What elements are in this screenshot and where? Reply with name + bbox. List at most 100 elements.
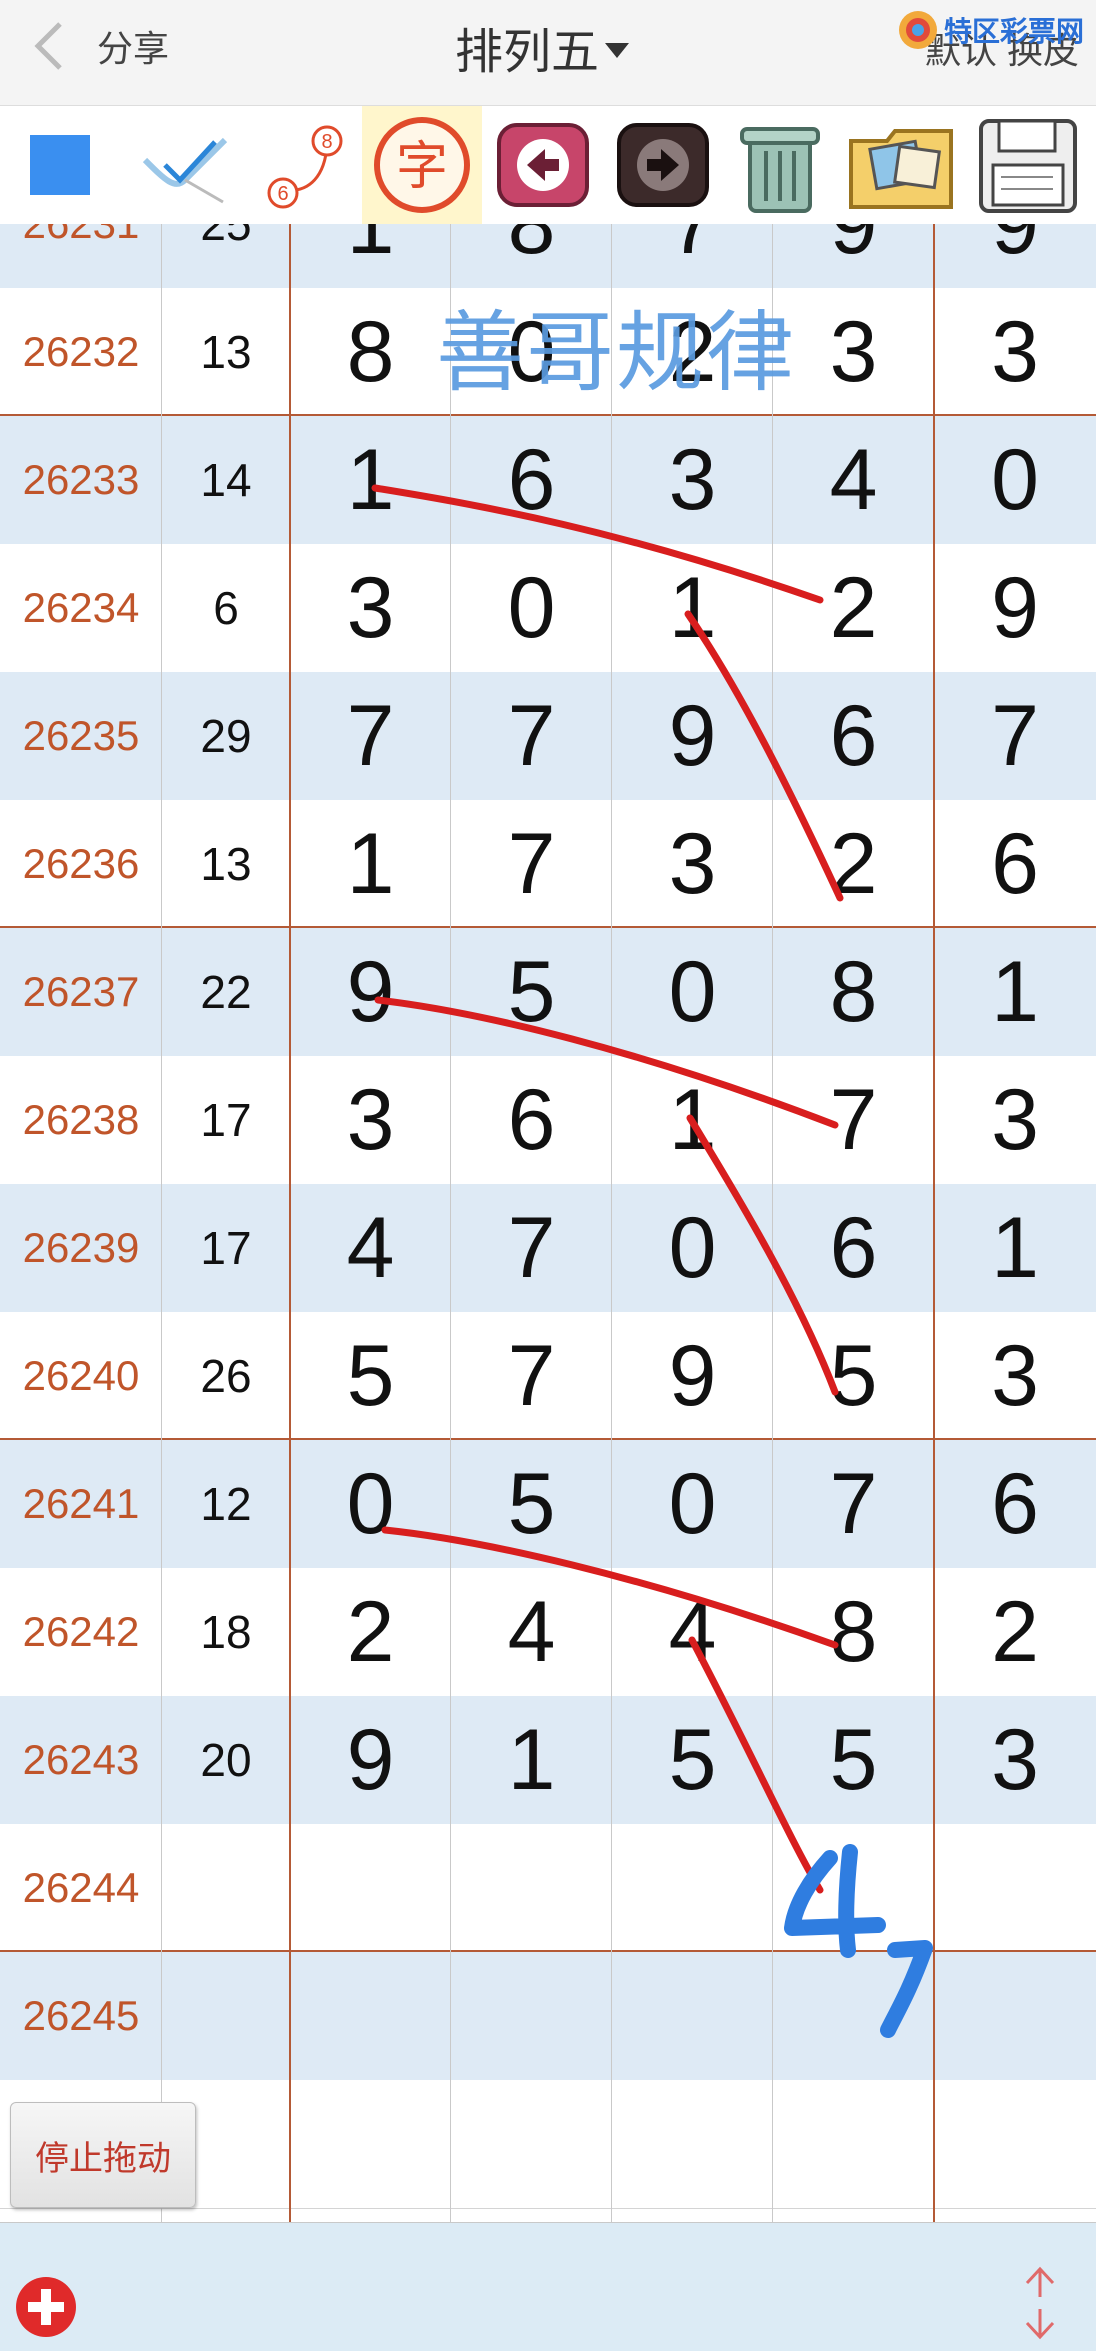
digit-cell[interactable]: 7	[451, 1312, 612, 1440]
table-row[interactable]: 26245	[0, 1952, 1096, 2080]
digit-cell[interactable]	[612, 1952, 773, 2080]
digit-cell[interactable]	[451, 2080, 612, 2208]
back-chevron-icon[interactable]	[30, 18, 70, 74]
digit-cell[interactable]: 1	[934, 1184, 1096, 1312]
digit-cell[interactable]: 3	[934, 1696, 1096, 1824]
digit-cell[interactable]: 3	[290, 544, 451, 672]
digit-cell[interactable]: 0	[612, 1440, 773, 1568]
digit-cell[interactable]: 9	[290, 1696, 451, 1824]
digit-cell[interactable]: 3	[773, 288, 934, 416]
table-row[interactable]: 26244	[0, 1824, 1096, 1952]
digit-cell[interactable]: 4	[612, 1568, 773, 1696]
table-row[interactable]: 26237 22 9 5 0 8 1	[0, 928, 1096, 1056]
table-row[interactable]: 26241 12 0 5 0 7 6	[0, 1440, 1096, 1568]
digit-cell[interactable]: 9	[773, 224, 934, 288]
digit-cell[interactable]: 4	[773, 416, 934, 544]
clear-trash-button[interactable]	[725, 106, 835, 224]
digit-cell[interactable]: 8	[773, 1568, 934, 1696]
digit-cell[interactable]	[290, 2080, 451, 2208]
digit-cell[interactable]: 8	[290, 288, 451, 416]
digit-cell[interactable]: 1	[290, 800, 451, 928]
digit-cell[interactable]: 7	[934, 672, 1096, 800]
table-row[interactable]: 26243 20 9 1 5 5 3	[0, 1696, 1096, 1824]
digit-cell[interactable]: 6	[934, 1440, 1096, 1568]
digit-cell[interactable]	[290, 1952, 451, 2080]
digit-cell[interactable]: 0	[451, 544, 612, 672]
digit-cell[interactable]: 9	[934, 544, 1096, 672]
table-row[interactable]: 26239 17 4 7 0 6 1	[0, 1184, 1096, 1312]
table-row[interactable]: 26235 29 7 7 9 6 7	[0, 672, 1096, 800]
table-row[interactable]: 26238 17 3 6 1 7 3	[0, 1056, 1096, 1184]
digit-cell[interactable]: 5	[451, 928, 612, 1056]
digit-cell[interactable]: 1	[451, 1696, 612, 1824]
share-button[interactable]: 分享	[97, 20, 169, 72]
digit-cell[interactable]	[934, 1824, 1096, 1952]
digit-cell[interactable]: 1	[290, 224, 451, 288]
digit-cell[interactable]: 2	[934, 1568, 1096, 1696]
digit-cell[interactable]: 9	[612, 1312, 773, 1440]
open-images-button[interactable]	[840, 106, 962, 224]
sort-arrows-icon[interactable]	[1015, 2263, 1065, 2343]
digit-cell[interactable]: 8	[773, 928, 934, 1056]
digit-cell[interactable]: 1	[612, 1056, 773, 1184]
digit-cell[interactable]: 0	[290, 1440, 451, 1568]
digit-cell[interactable]	[612, 2080, 773, 2208]
digit-cell[interactable]: 3	[934, 1056, 1096, 1184]
digit-cell[interactable]: 3	[612, 416, 773, 544]
stop-dragging-button[interactable]: 停止拖动	[10, 2102, 196, 2208]
digit-cell[interactable]: 3	[290, 1056, 451, 1184]
check-pen-button[interactable]	[130, 106, 240, 224]
digit-cell[interactable]: 7	[773, 1056, 934, 1184]
digit-cell[interactable]: 9	[290, 928, 451, 1056]
digit-cell[interactable]: 5	[773, 1312, 934, 1440]
digit-cell[interactable]: 5	[612, 1696, 773, 1824]
digit-cell[interactable]	[773, 1824, 934, 1952]
number-link-button[interactable]: 8 6	[250, 106, 360, 224]
digit-cell[interactable]: 9	[934, 224, 1096, 288]
table-row[interactable]: 262312518799	[0, 224, 1096, 288]
digit-cell[interactable]: 7	[773, 1440, 934, 1568]
redo-button[interactable]	[610, 106, 715, 224]
digit-cell[interactable]: 0	[612, 928, 773, 1056]
digit-cell[interactable]: 5	[773, 1696, 934, 1824]
digit-cell[interactable]	[773, 1952, 934, 2080]
digit-cell[interactable]	[934, 2080, 1096, 2208]
digit-cell[interactable]: 2	[290, 1568, 451, 1696]
digit-cell[interactable]: 3	[934, 1312, 1096, 1440]
digit-cell[interactable]: 7	[451, 800, 612, 928]
digit-cell[interactable]: 4	[451, 1568, 612, 1696]
digit-cell[interactable]: 6	[451, 416, 612, 544]
digit-cell[interactable]: 3	[934, 288, 1096, 416]
digit-cell[interactable]: 9	[612, 672, 773, 800]
digit-cell[interactable]: 2	[773, 800, 934, 928]
digit-cell[interactable]	[773, 2080, 934, 2208]
digit-cell[interactable]: 6	[773, 1184, 934, 1312]
digit-cell[interactable]: 0	[934, 416, 1096, 544]
table-row[interactable]: 26242 18 2 4 4 8 2	[0, 1568, 1096, 1696]
digit-cell[interactable]: 5	[290, 1312, 451, 1440]
digit-cell[interactable]	[451, 1824, 612, 1952]
lottery-type-selector[interactable]: 排列五	[455, 12, 630, 82]
digit-cell[interactable]: 3	[612, 800, 773, 928]
digit-cell[interactable]: 6	[934, 800, 1096, 928]
color-picker-button[interactable]	[0, 106, 120, 224]
digit-cell[interactable]: 1	[612, 544, 773, 672]
digit-cell[interactable]: 7	[612, 224, 773, 288]
digit-cell[interactable]: 6	[451, 1056, 612, 1184]
table-row[interactable]: 26236 13 1 7 3 2 6	[0, 800, 1096, 928]
table-row[interactable]: 26234 6 3 0 1 2 9	[0, 544, 1096, 672]
digit-cell[interactable]: 7	[451, 672, 612, 800]
save-button[interactable]	[968, 106, 1088, 224]
digit-cell[interactable]: 1	[934, 928, 1096, 1056]
table-row[interactable]: 26240 26 5 7 9 5 3	[0, 1312, 1096, 1440]
add-plus-icon[interactable]	[14, 2275, 78, 2339]
digit-cell[interactable]	[451, 1952, 612, 2080]
digit-cell[interactable]: 5	[451, 1440, 612, 1568]
character-tool-button[interactable]: 字	[362, 106, 482, 224]
digit-cell[interactable]	[934, 1952, 1096, 2080]
digit-cell[interactable]: 0	[612, 1184, 773, 1312]
undo-button[interactable]	[490, 106, 595, 224]
digit-cell[interactable]: 6	[773, 672, 934, 800]
digit-cell[interactable]: 2	[773, 544, 934, 672]
digit-cell[interactable]	[612, 1824, 773, 1952]
